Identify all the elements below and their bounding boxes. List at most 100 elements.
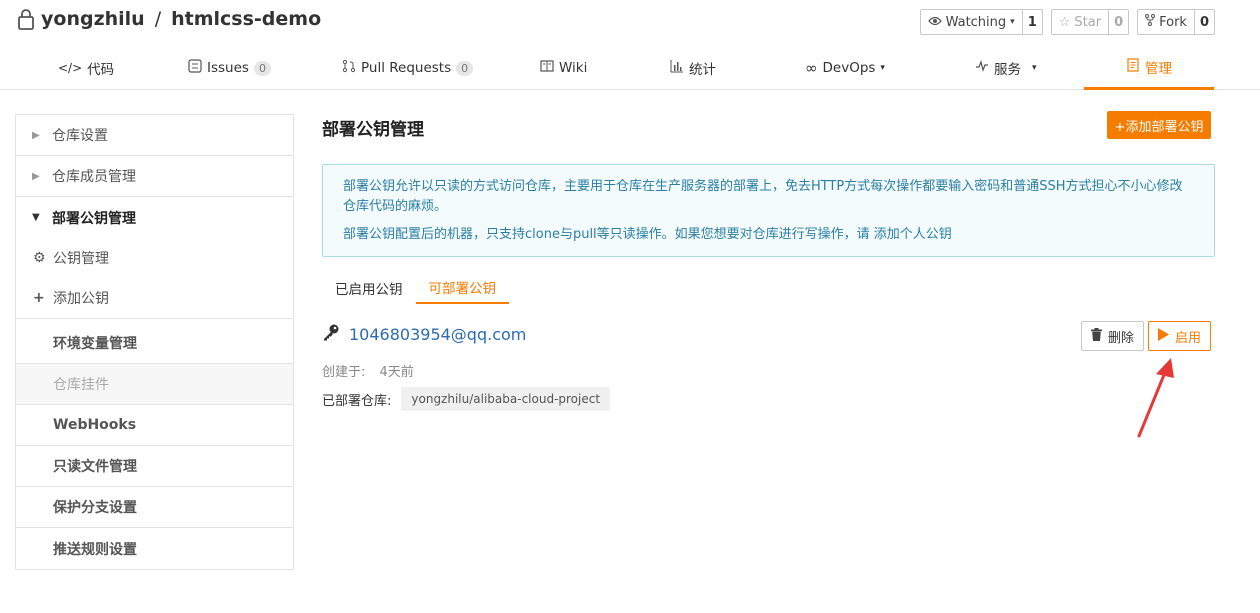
gear-icon: ⚙ bbox=[33, 249, 46, 266]
info-text-1: 部署公钥允许以只读的方式访问仓库，主要用于仓库在生产服务器的部署上，免去HTTP… bbox=[343, 179, 1183, 214]
pull-request-icon bbox=[342, 59, 356, 77]
bar-chart-icon bbox=[670, 59, 684, 77]
delete-label: 删除 bbox=[1107, 330, 1134, 346]
sidebar-item-label: 添加公钥 bbox=[53, 291, 109, 307]
sidebar-item-add-key[interactable]: + 添加公钥 bbox=[16, 278, 293, 319]
tab-manage-label: 管理 bbox=[1145, 60, 1172, 77]
repo-separator: / bbox=[154, 8, 162, 30]
tab-deployable-keys[interactable]: 可部署公钥 bbox=[415, 271, 509, 304]
sidebar-item-label: 环境变量管理 bbox=[53, 336, 137, 352]
sidebar-item-repo-settings[interactable]: ▶ 仓库设置 bbox=[16, 115, 293, 156]
sidebar-item-repo-widgets: 仓库挂件 bbox=[16, 364, 293, 405]
eye-icon bbox=[927, 15, 942, 30]
caret-down-icon: ▼ bbox=[32, 212, 40, 223]
tab-stats-label: 统计 bbox=[689, 62, 716, 78]
tab-devops[interactable]: ∞ DevOps ▾ bbox=[805, 46, 885, 90]
tab-services[interactable]: 服务 ▾ bbox=[975, 46, 1037, 90]
sidebar-item-label: WebHooks bbox=[53, 417, 137, 433]
wiki-icon bbox=[540, 59, 554, 77]
tab-wiki-label: Wiki bbox=[559, 60, 588, 76]
sidebar-item-readonly-files[interactable]: 只读文件管理 bbox=[16, 446, 293, 487]
sidebar-item-label: 推送规则设置 bbox=[53, 541, 137, 558]
repo-title: yongzhilu / htmlcss-demo bbox=[17, 8, 321, 30]
caret-right-icon: ▶ bbox=[32, 170, 40, 182]
caret-down-icon: ▾ bbox=[1032, 63, 1037, 73]
star-icon: ☆ bbox=[1058, 14, 1071, 30]
code-icon: </> bbox=[58, 61, 83, 75]
delete-key-button[interactable]: 删除 bbox=[1081, 321, 1144, 351]
tab-enabled-keys[interactable]: 已启用公钥 bbox=[322, 271, 416, 304]
tab-pull-requests[interactable]: Pull Requests 0 bbox=[342, 46, 474, 90]
repo-owner-link[interactable]: yongzhilu bbox=[41, 8, 145, 30]
caret-down-icon: ▾ bbox=[880, 63, 885, 73]
repo-tabs: </> 代码 Issues 0 Pull Requests 0 Wiki 统计 … bbox=[0, 46, 1260, 90]
fork-label: Fork bbox=[1159, 14, 1187, 30]
tab-services-label: 服务 bbox=[994, 62, 1021, 78]
sidebar-item-label: 只读文件管理 bbox=[53, 459, 137, 475]
enable-label: 启用 bbox=[1174, 330, 1201, 346]
watch-button[interactable]: Watching ▾ 1 bbox=[919, 9, 1043, 35]
repo-header: yongzhilu / htmlcss-demo Watching ▾ 1 ☆ … bbox=[0, 0, 1260, 90]
tab-wiki[interactable]: Wiki bbox=[540, 46, 587, 90]
tab-issues-label: Issues bbox=[207, 60, 249, 76]
caret-down-icon: ▾ bbox=[1010, 17, 1015, 27]
lock-icon bbox=[17, 8, 35, 30]
created-label: 创建于: bbox=[322, 365, 366, 380]
created-value: 4天前 bbox=[379, 365, 414, 380]
issues-count-badge: 0 bbox=[253, 60, 271, 76]
fork-count[interactable]: 0 bbox=[1193, 10, 1214, 34]
info-box: 部署公钥允许以只读的方式访问仓库，主要用于仓库在生产服务器的部署上，免去HTTP… bbox=[322, 164, 1215, 257]
deployed-repos: 已部署仓库: yongzhilu/alibaba-cloud-project bbox=[322, 387, 611, 411]
sidebar-item-deploy-keys[interactable]: ▼ 部署公钥管理 bbox=[16, 197, 293, 238]
sidebar-item-key-management[interactable]: ⚙ 公钥管理 bbox=[16, 237, 293, 278]
deployed-label: 已部署仓库: bbox=[322, 393, 392, 409]
tab-devops-label: DevOps bbox=[822, 60, 876, 76]
sidebar-item-push-rules[interactable]: 推送规则设置 bbox=[16, 528, 293, 569]
key-icon bbox=[322, 323, 340, 345]
info-text-2: 部署公钥配置后的机器，只支持clone与pull等只读操作。如果您想要对仓库进行… bbox=[343, 227, 952, 242]
star-label: Star bbox=[1074, 14, 1102, 30]
annotation-arrow bbox=[1137, 358, 1174, 438]
sidebar-item-protected-branches[interactable]: 保护分支设置 bbox=[16, 487, 293, 528]
sidebar-item-label: 部署公钥管理 bbox=[52, 210, 136, 227]
repo-actions: Watching ▾ 1 ☆ Star 0 Fork 0 bbox=[919, 9, 1215, 35]
fork-button[interactable]: Fork 0 bbox=[1137, 9, 1215, 35]
key-title: 1046803954@qq.com bbox=[349, 324, 527, 344]
issues-icon bbox=[188, 59, 202, 77]
key-header: 1046803954@qq.com bbox=[322, 323, 526, 345]
watch-label: Watching bbox=[945, 14, 1007, 30]
pulse-icon bbox=[975, 59, 989, 77]
tab-code[interactable]: </> 代码 bbox=[58, 46, 114, 90]
pull-requests-count-badge: 0 bbox=[456, 60, 474, 76]
play-icon bbox=[1157, 327, 1169, 345]
settings-sidebar: ▶ 仓库设置 ▶ 仓库成员管理 ▼ 部署公钥管理 ⚙ 公钥管理 + 添加公钥 环… bbox=[15, 114, 294, 570]
created-info: 创建于: 4天前 bbox=[322, 361, 414, 380]
star-count[interactable]: 0 bbox=[1108, 10, 1128, 34]
infinity-icon: ∞ bbox=[805, 59, 818, 77]
repo-name-link[interactable]: htmlcss-demo bbox=[171, 8, 321, 30]
fork-icon bbox=[1145, 14, 1156, 30]
sidebar-item-label: 仓库成员管理 bbox=[52, 169, 136, 185]
enable-key-button[interactable]: 启用 bbox=[1148, 321, 1211, 351]
tab-manage[interactable]: 管理 bbox=[1084, 46, 1214, 90]
sidebar-item-label: 公钥管理 bbox=[53, 250, 109, 267]
sidebar-item-env-vars[interactable]: 环境变量管理 bbox=[16, 323, 293, 364]
tab-code-label: 代码 bbox=[87, 62, 115, 78]
caret-right-icon: ▶ bbox=[32, 129, 40, 141]
sidebar-item-label: 仓库设置 bbox=[52, 128, 108, 144]
sidebar-item-repo-members[interactable]: ▶ 仓库成员管理 bbox=[16, 156, 293, 197]
sidebar-item-webhooks[interactable]: WebHooks bbox=[16, 405, 293, 446]
page-title: 部署公钥管理 bbox=[322, 120, 424, 140]
manage-icon bbox=[1126, 57, 1140, 76]
tab-issues[interactable]: Issues 0 bbox=[188, 46, 271, 90]
tab-stats[interactable]: 统计 bbox=[670, 46, 716, 90]
plus-icon: + bbox=[33, 290, 45, 306]
watch-count[interactable]: 1 bbox=[1021, 10, 1042, 34]
tab-pull-requests-label: Pull Requests bbox=[361, 60, 452, 76]
star-button[interactable]: ☆ Star 0 bbox=[1050, 9, 1130, 35]
sidebar-item-label: 保护分支设置 bbox=[53, 500, 137, 516]
key-tabs: 已启用公钥 可部署公钥 bbox=[322, 271, 509, 304]
sidebar-item-label: 仓库挂件 bbox=[53, 377, 109, 393]
deployed-repo-chip[interactable]: yongzhilu/alibaba-cloud-project bbox=[401, 387, 611, 411]
add-deploy-key-button[interactable]: +添加部署公钥 bbox=[1107, 111, 1211, 139]
